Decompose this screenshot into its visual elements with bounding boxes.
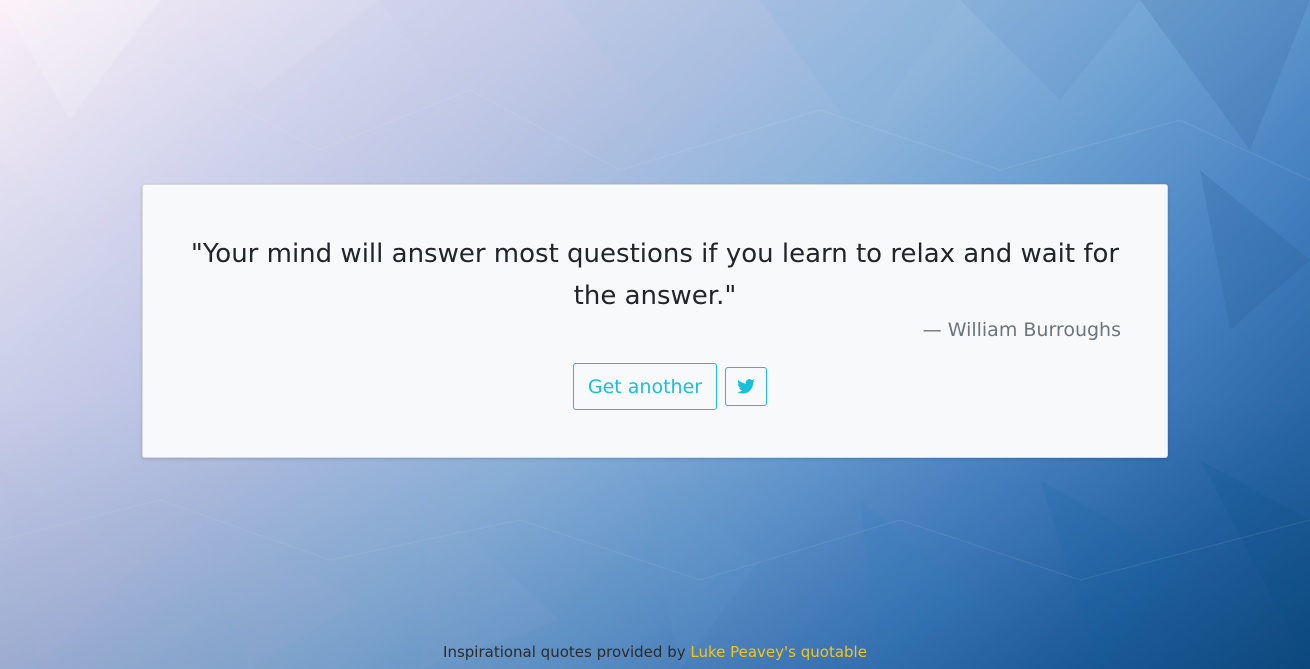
quote-card: "Your mind will answer most questions if… xyxy=(142,184,1168,458)
quote-text: "Your mind will answer most questions if… xyxy=(190,239,1120,311)
get-another-button[interactable]: Get another xyxy=(573,363,717,410)
quote-author: — William Burroughs xyxy=(922,319,1121,341)
tweet-button[interactable] xyxy=(725,367,767,406)
footer: Inspirational quotes provided by Luke Pe… xyxy=(0,643,1310,661)
footer-text: Inspirational quotes provided by xyxy=(443,643,691,661)
twitter-icon xyxy=(737,379,755,394)
quotable-link[interactable]: Luke Peavey's quotable xyxy=(690,643,867,661)
quote-actions: Get another xyxy=(143,363,1167,410)
